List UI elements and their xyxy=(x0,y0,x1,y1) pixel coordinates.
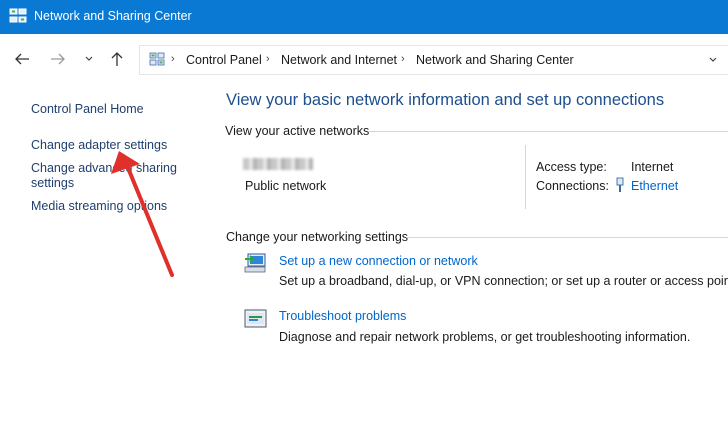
sidebar-item-change-advanced-sharing-settings[interactable]: settings xyxy=(31,176,74,191)
network-setup-icon[interactable] xyxy=(244,252,268,274)
access-type-label: Access type: xyxy=(536,160,607,174)
network-type: Public network xyxy=(245,179,327,193)
breadcrumb-separator: › xyxy=(401,53,405,65)
navigation-bar: › Control Panel › Network and Internet ›… xyxy=(0,34,728,86)
section-divider xyxy=(368,131,728,132)
chevron-down-icon xyxy=(85,56,93,61)
window-title: Network and Sharing Center xyxy=(34,9,192,23)
access-type-value: Internet xyxy=(631,160,674,174)
breadcrumb-network-and-sharing-center[interactable]: Network and Sharing Center xyxy=(416,53,574,67)
forward-arrow-icon xyxy=(51,53,65,65)
sidebar-item-control-panel-home[interactable]: Control Panel Home xyxy=(31,102,144,117)
setup-new-connection-description: Set up a broadband, dial-up, or VPN conn… xyxy=(279,274,728,288)
address-dropdown-icon[interactable] xyxy=(707,53,719,65)
setup-new-connection-link[interactable]: Set up a new connection or network xyxy=(279,254,478,268)
sidebar-item-change-advanced-sharing[interactable]: Change advanced sharing xyxy=(31,161,177,176)
network-name-blurred xyxy=(243,158,313,170)
section-divider xyxy=(406,237,728,238)
vertical-divider xyxy=(525,145,526,209)
back-button[interactable] xyxy=(13,50,31,68)
ethernet-connection-link[interactable]: Ethernet xyxy=(631,179,678,193)
breadcrumb-control-panel[interactable]: Control Panel xyxy=(186,53,262,67)
control-panel-icon xyxy=(149,52,165,66)
forward-button[interactable] xyxy=(49,50,67,68)
breadcrumb-separator: › xyxy=(171,53,175,65)
active-networks-label: View your active networks xyxy=(225,124,370,138)
breadcrumb-separator: › xyxy=(266,53,270,65)
breadcrumb-network-and-internet[interactable]: Network and Internet xyxy=(281,53,397,67)
networking-settings-label: Change your networking settings xyxy=(226,230,409,244)
page-title: View your basic network information and … xyxy=(226,91,665,109)
connections-label: Connections: xyxy=(536,179,609,193)
sidebar: Control Panel Home Change adapter settin… xyxy=(0,86,215,438)
back-arrow-icon xyxy=(15,53,29,65)
troubleshoot-icon[interactable] xyxy=(244,308,268,330)
recent-locations-button[interactable] xyxy=(80,50,98,68)
title-bar: Network and Sharing Center xyxy=(0,0,728,34)
ethernet-plug-icon xyxy=(616,177,624,192)
address-bar[interactable]: › Control Panel › Network and Internet ›… xyxy=(139,45,728,75)
up-arrow-icon xyxy=(111,52,123,66)
troubleshoot-problems-link[interactable]: Troubleshoot problems xyxy=(279,309,406,323)
sidebar-item-media-streaming-options[interactable]: Media streaming options xyxy=(31,199,167,214)
up-button[interactable] xyxy=(108,50,126,68)
sidebar-item-change-adapter-settings[interactable]: Change adapter settings xyxy=(31,138,167,153)
network-center-icon xyxy=(9,8,27,23)
troubleshoot-problems-description: Diagnose and repair network problems, or… xyxy=(279,330,691,344)
